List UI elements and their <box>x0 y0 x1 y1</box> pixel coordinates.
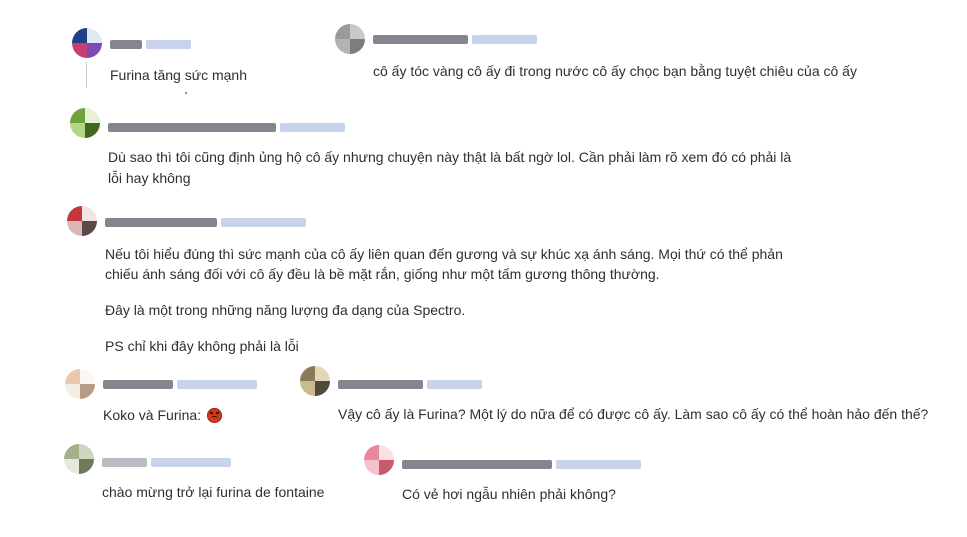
comment-text-paragraph-3: PS chỉ khi đây không phải là lỗi <box>105 338 299 354</box>
username-blurred[interactable] <box>102 456 231 468</box>
thread-line <box>86 62 87 88</box>
username-blurred[interactable] <box>103 378 257 390</box>
username-blurred[interactable] <box>108 121 345 133</box>
avatar[interactable] <box>364 445 394 475</box>
avatar[interactable] <box>67 206 97 236</box>
comment-text: Furina tăng sức mạnh <box>110 67 247 83</box>
comment-text-line-1: Dù sao thì tôi cũng định ủng hộ cô ấy nh… <box>108 149 792 165</box>
avatar[interactable] <box>300 366 330 396</box>
comment-text-line-2: chiếu ánh sáng đối với cô ấy đều là bề m… <box>105 266 660 282</box>
comment-text-paragraph-2: Đây là một trong những năng lượng đa dạn… <box>105 302 466 318</box>
comment-text: Vậy cô ấy là Furina? Một lý do nữa để có… <box>338 406 929 422</box>
comment-text: chào mừng trở lại furina de fontaine <box>102 484 325 500</box>
username-blurred[interactable] <box>105 216 306 228</box>
divider-dot <box>185 92 187 94</box>
username-blurred[interactable] <box>110 38 191 50</box>
comment-text: cô ấy tóc vàng cô ấy đi trong nước cô ấy… <box>373 63 857 79</box>
avatar[interactable] <box>70 108 100 138</box>
avatar[interactable] <box>64 444 94 474</box>
username-blurred[interactable] <box>373 33 537 45</box>
avatar[interactable] <box>65 369 95 399</box>
comment-text-line-2: lỗi hay không <box>108 170 191 186</box>
comment-text: Có vẻ hơi ngẫu nhiên phải không? <box>402 486 616 502</box>
comment-text-content: Koko và Furina: <box>103 407 202 423</box>
angry-face-icon <box>206 408 222 423</box>
avatar[interactable] <box>335 24 365 54</box>
avatar[interactable] <box>72 28 102 58</box>
username-blurred[interactable] <box>338 378 482 390</box>
comment-text-line-1: Nếu tôi hiểu đúng thì sức mạnh của cô ấy… <box>105 246 783 262</box>
username-blurred[interactable] <box>402 458 641 470</box>
comment-text: Koko và Furina: <box>103 405 222 426</box>
